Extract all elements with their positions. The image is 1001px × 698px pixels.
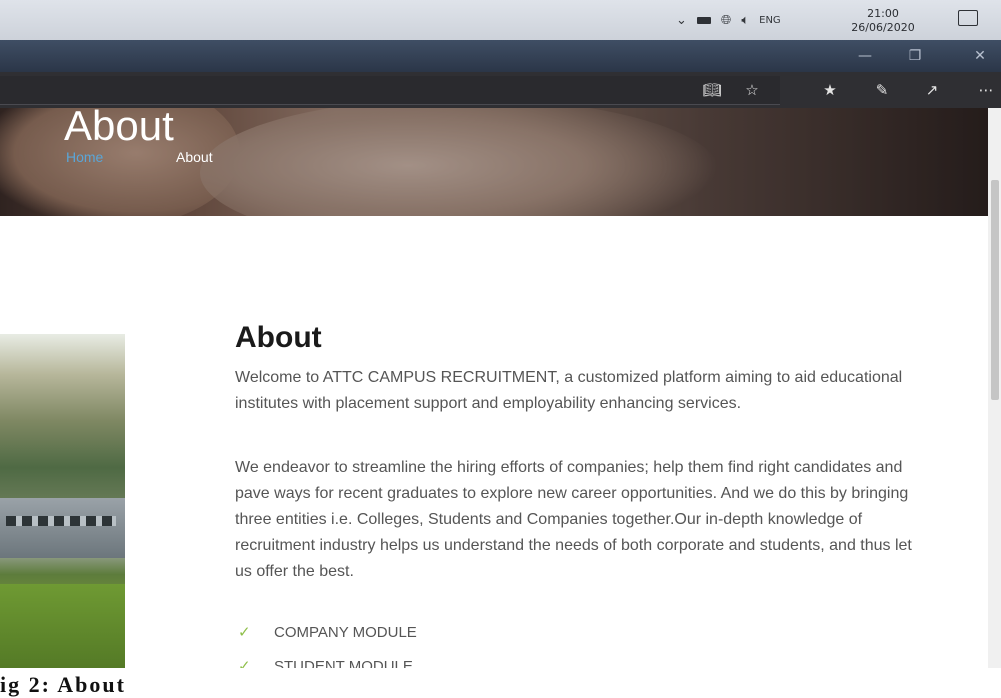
page-viewport: About Home About About Welcome to ATTC C… <box>0 108 988 668</box>
battery-icon[interactable] <box>696 16 711 24</box>
reading-view-icon[interactable]: 📖︎ <box>697 72 727 108</box>
figure-caption: ig 2: About <box>0 672 126 697</box>
system-tray: ⌄ 🌐︎ 🔈︎ ENG <box>676 0 801 40</box>
favorites-list-icon[interactable]: ★ <box>815 72 845 108</box>
language-indicator[interactable]: ENG <box>759 15 781 26</box>
favorite-star-icon[interactable]: ☆ <box>737 72 767 108</box>
campus-image <box>0 334 125 668</box>
about-heading: About <box>235 321 322 354</box>
clock-date: 26/06/2020 <box>851 21 915 34</box>
about-paragraph-mission: We endeavor to streamline the hiring eff… <box>235 459 912 580</box>
breadcrumb-current: About <box>176 149 213 165</box>
windows-taskbar: ⌄ 🌐︎ 🔈︎ ENG 21:00 26/06/2020 <box>0 0 1001 40</box>
globe-network-icon[interactable]: 🌐︎ <box>721 13 731 28</box>
module-item-student: ✓ STUDENT MODULE <box>238 657 413 669</box>
about-paragraph-intro: Welcome to ATTC CAMPUS RECRUITMENT, a cu… <box>235 369 903 412</box>
notification-icon[interactable] <box>958 10 978 26</box>
check-icon: ✓ <box>238 624 251 641</box>
module-label: COMPANY MODULE <box>274 623 417 641</box>
close-icon[interactable]: ✕ <box>960 40 1000 72</box>
share-icon[interactable]: ↗ <box>917 72 947 108</box>
module-item-company: ✓ COMPANY MODULE <box>238 623 417 642</box>
minimize-icon[interactable]: — <box>845 40 885 72</box>
check-icon: ✓ <box>238 658 251 668</box>
chevron-up-icon[interactable]: ⌄ <box>676 13 687 28</box>
restore-icon[interactable]: ❐ <box>895 40 935 72</box>
clock-time: 21:00 <box>867 7 899 20</box>
speaker-icon[interactable]: 🔈︎ <box>741 13 749 28</box>
hero-title: About <box>64 108 174 149</box>
scrollbar-thumb[interactable] <box>991 180 999 400</box>
breadcrumb-home-link[interactable]: Home <box>66 149 103 165</box>
pen-icon[interactable]: ✎ <box>867 72 897 108</box>
taskbar-clock[interactable]: 21:00 26/06/2020 <box>848 7 918 35</box>
module-label: STUDENT MODULE <box>274 657 413 669</box>
address-bar[interactable] <box>0 76 780 105</box>
hero-banner: About Home About <box>0 108 988 216</box>
more-icon[interactable]: ⋯ <box>971 72 1001 108</box>
